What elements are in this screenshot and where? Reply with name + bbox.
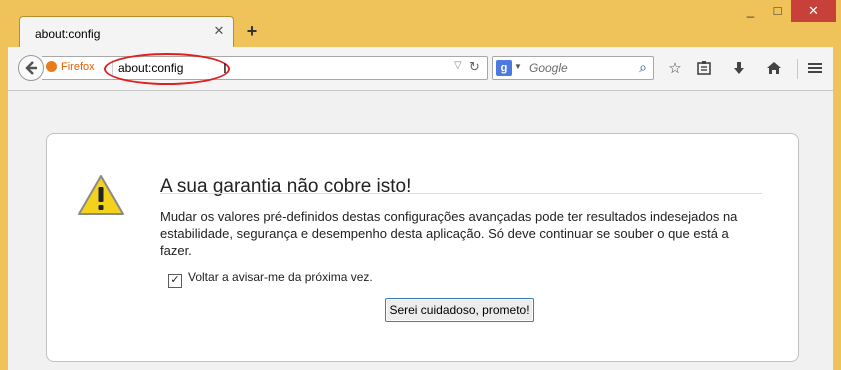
star-icon[interactable]: ☆ (665, 60, 685, 78)
tab-about-config[interactable]: about:config ✕ (19, 16, 234, 48)
search-icon[interactable]: ⌕ (639, 59, 647, 76)
close-window-button[interactable]: ✕ (791, 0, 836, 22)
page-content: A sua garantia não cobre isto! Mudar os … (8, 91, 833, 370)
confirm-button[interactable]: Serei cuidadoso, prometo! (385, 298, 534, 322)
firefox-logo-icon (46, 61, 57, 72)
tab-title: about:config (35, 27, 101, 41)
text-cursor-icon: I (223, 60, 227, 76)
annotation-ellipse (104, 53, 230, 85)
warning-icon (78, 175, 124, 215)
reading-list-icon[interactable] (694, 60, 714, 78)
warn-again-label[interactable]: Voltar a avisar-me da próxima vez. (188, 270, 373, 284)
url-bar[interactable]: Firefox about:config I ▽ ↻ (42, 53, 488, 85)
new-tab-button[interactable]: + (243, 22, 261, 40)
identity-box[interactable]: Firefox (46, 61, 95, 73)
reload-icon[interactable]: ↻ (469, 59, 480, 75)
window-frame-left (0, 47, 8, 370)
identity-label: Firefox (61, 61, 95, 73)
engine-dropdown-icon[interactable]: ▼ (514, 62, 522, 71)
google-engine-icon[interactable]: g (496, 60, 512, 76)
back-button[interactable] (18, 55, 44, 81)
navigation-toolbar: Firefox about:config I ▽ ↻ g ▼ Google ⌕ … (8, 47, 833, 91)
back-arrow-icon (25, 61, 37, 75)
download-icon[interactable] (729, 60, 749, 78)
toolbar-separator (797, 59, 798, 79)
page-title: A sua garantia não cobre isto! (160, 176, 412, 197)
warning-card: A sua garantia não cobre isto! Mudar os … (46, 133, 799, 362)
search-bar[interactable]: g ▼ Google ⌕ (492, 56, 654, 80)
warn-again-checkbox[interactable]: ✓ (168, 274, 182, 288)
window-frame-right (833, 47, 841, 370)
warning-text: Mudar os valores pré-definidos destas co… (160, 209, 738, 258)
home-icon[interactable] (764, 60, 784, 78)
search-input[interactable]: Google (529, 61, 568, 75)
tab-close-icon[interactable]: ✕ (212, 24, 226, 38)
title-divider (160, 193, 762, 194)
menu-icon[interactable] (805, 60, 825, 78)
history-dropdown-icon[interactable]: ▽ (454, 60, 462, 71)
minimize-button[interactable]: _ (737, 0, 764, 22)
maximize-button[interactable]: □ (764, 0, 791, 22)
warn-again-row[interactable]: ✓ Voltar a avisar-me da próxima vez. (168, 270, 373, 288)
